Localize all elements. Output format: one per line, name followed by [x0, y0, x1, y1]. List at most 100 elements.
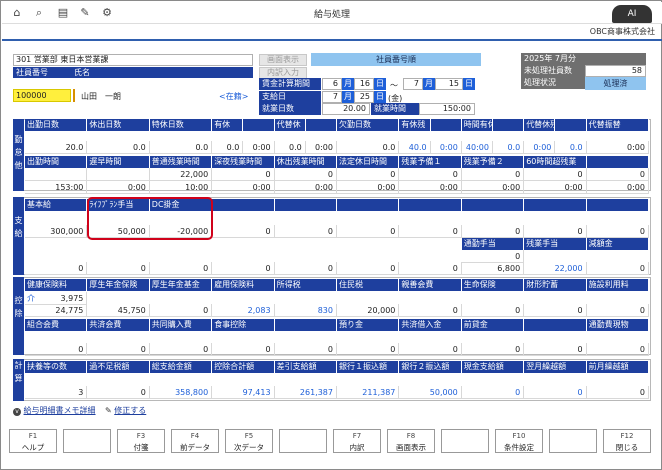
- pay-day[interactable]: 25: [354, 91, 374, 103]
- calculation-value[interactable]: 3: [25, 386, 88, 399]
- calculation-value[interactable]: 0: [524, 386, 587, 399]
- function-key-f3[interactable]: F3 付箋: [117, 429, 165, 453]
- deduction-value[interactable]: 0: [149, 304, 213, 317]
- deduction-value[interactable]: 0: [87, 343, 150, 356]
- attendance-value[interactable]: 0.0: [337, 141, 400, 154]
- attendance-value[interactable]: 22,000: [149, 168, 213, 181]
- payment-value[interactable]: 6,800: [461, 262, 525, 275]
- dropdown-icon[interactable]: [73, 89, 75, 102]
- calculation-value[interactable]: 0: [461, 386, 525, 399]
- display-button[interactable]: 画面表示: [259, 54, 307, 66]
- payment-value[interactable]: 22,000: [524, 262, 587, 275]
- attendance-value[interactable]: 0: [274, 168, 337, 181]
- calculation-value[interactable]: 97,413: [212, 386, 275, 399]
- attendance-value[interactable]: 0.0: [212, 141, 244, 154]
- attendance-value[interactable]: 0:00: [461, 181, 525, 194]
- function-key-f4[interactable]: F4 前データ: [171, 429, 219, 453]
- function-key-f1[interactable]: F1 ヘルプ: [9, 429, 57, 453]
- deduction-value[interactable]: 20,000: [337, 304, 400, 317]
- attendance-value[interactable]: 0.0: [274, 141, 306, 154]
- deduction-value[interactable]: 0: [149, 343, 213, 356]
- payment-value[interactable]: 0: [274, 225, 337, 238]
- deduction-value[interactable]: 0: [461, 304, 525, 317]
- attendance-value[interactable]: 0:00: [243, 141, 275, 154]
- edit-link[interactable]: ✎ 修正する: [105, 405, 146, 416]
- payment-value[interactable]: 0: [25, 262, 88, 275]
- function-key-blank1[interactable]: [63, 429, 111, 453]
- calc-from-day[interactable]: 16: [354, 78, 374, 90]
- function-key-f8[interactable]: F8 画面表示: [387, 429, 435, 453]
- attendance-value[interactable]: 40:00: [461, 141, 493, 154]
- calculation-value[interactable]: 261,387: [274, 386, 337, 399]
- function-key-f7[interactable]: F7 内訳: [333, 429, 381, 453]
- attendance-value[interactable]: 0.0: [555, 141, 587, 154]
- deduction-value[interactable]: 0: [399, 343, 462, 356]
- attendance-value[interactable]: 0.0: [493, 141, 525, 154]
- attendance-value[interactable]: 0.0: [149, 141, 213, 154]
- calculation-value[interactable]: 50,000: [399, 386, 462, 399]
- attendance-value[interactable]: 0:00: [87, 181, 150, 194]
- deduction-value[interactable]: 45,750: [87, 304, 150, 317]
- attendance-value[interactable]: 0: [586, 168, 649, 181]
- attendance-value[interactable]: 0:00: [586, 141, 649, 154]
- deduction-value[interactable]: 0: [25, 343, 88, 356]
- payment-value[interactable]: 0: [586, 262, 649, 275]
- attendance-value[interactable]: [87, 168, 150, 181]
- attendance-value[interactable]: 0:00: [274, 181, 337, 194]
- function-key-f12[interactable]: F12 閉じる: [603, 429, 651, 453]
- deduction-value[interactable]: 0: [337, 343, 400, 356]
- attendance-value[interactable]: 0:00: [430, 141, 462, 154]
- payment-value[interactable]: 0: [586, 225, 649, 238]
- deduction-value[interactable]: 0: [274, 343, 337, 356]
- payment-value[interactable]: 0: [337, 262, 400, 275]
- payment-value[interactable]: 300,000: [25, 225, 88, 238]
- attendance-value[interactable]: 40.0: [399, 141, 431, 154]
- deduction-value[interactable]: 0: [524, 343, 587, 356]
- calc-to-day[interactable]: 15: [435, 78, 463, 90]
- deduction-value[interactable]: 24,775: [25, 304, 88, 317]
- deduction-value[interactable]: 2,083: [212, 304, 275, 317]
- function-key-f10[interactable]: F10 条件設定: [495, 429, 543, 453]
- function-key-f5[interactable]: F5 次データ: [225, 429, 273, 453]
- payment-value[interactable]: 0: [212, 262, 275, 275]
- attendance-value[interactable]: 0:00: [524, 181, 587, 194]
- attendance-value[interactable]: 0: [399, 168, 462, 181]
- attendance-value[interactable]: 0: [337, 168, 400, 181]
- attendance-value[interactable]: 10:00: [149, 181, 213, 194]
- deduction-value[interactable]: 0: [461, 343, 525, 356]
- status-link[interactable]: <在籍>: [219, 91, 248, 102]
- attendance-value[interactable]: 0.0: [87, 141, 150, 154]
- attendance-value[interactable]: 0: [461, 168, 525, 181]
- calculation-value[interactable]: 358,800: [149, 386, 213, 399]
- workhours-value[interactable]: 150:00: [419, 103, 475, 115]
- sort-order-label[interactable]: 社員番号順: [311, 53, 481, 66]
- attendance-value[interactable]: 0: [212, 168, 275, 181]
- attendance-value[interactable]: 0:00: [399, 181, 462, 194]
- deduction-value[interactable]: 0: [399, 304, 462, 317]
- calculation-value[interactable]: 0: [87, 386, 150, 399]
- pay-month[interactable]: 7: [322, 91, 342, 103]
- attendance-value[interactable]: [25, 168, 88, 181]
- payment-value[interactable]: 0: [337, 225, 400, 238]
- attendance-value[interactable]: 0:00: [524, 141, 556, 154]
- payment-value[interactable]: 0: [524, 225, 587, 238]
- calc-to-month[interactable]: 7: [403, 78, 423, 90]
- workdays-value[interactable]: 20.00: [322, 103, 370, 115]
- attendance-value[interactable]: 153:00: [25, 181, 88, 194]
- attendance-value[interactable]: 0:00: [212, 181, 275, 194]
- deduction-value[interactable]: 0: [212, 343, 275, 356]
- function-key-blank8[interactable]: [441, 429, 489, 453]
- payment-value[interactable]: 0: [149, 262, 213, 275]
- calc-from-month[interactable]: 6: [322, 78, 342, 90]
- calculation-value[interactable]: 0: [586, 386, 649, 399]
- payment-value[interactable]: 0: [87, 262, 150, 275]
- deduction-value[interactable]: 0: [586, 343, 649, 356]
- payment-value[interactable]: 0: [461, 225, 525, 238]
- payment-value[interactable]: 0: [274, 262, 337, 275]
- attendance-value[interactable]: 0:00: [305, 141, 337, 154]
- attendance-value[interactable]: 0:00: [586, 181, 649, 194]
- payment-value[interactable]: 0: [399, 225, 462, 238]
- calculation-value[interactable]: 211,387: [337, 386, 400, 399]
- deduction-value[interactable]: 0: [524, 304, 587, 317]
- function-key-blank5[interactable]: [279, 429, 327, 453]
